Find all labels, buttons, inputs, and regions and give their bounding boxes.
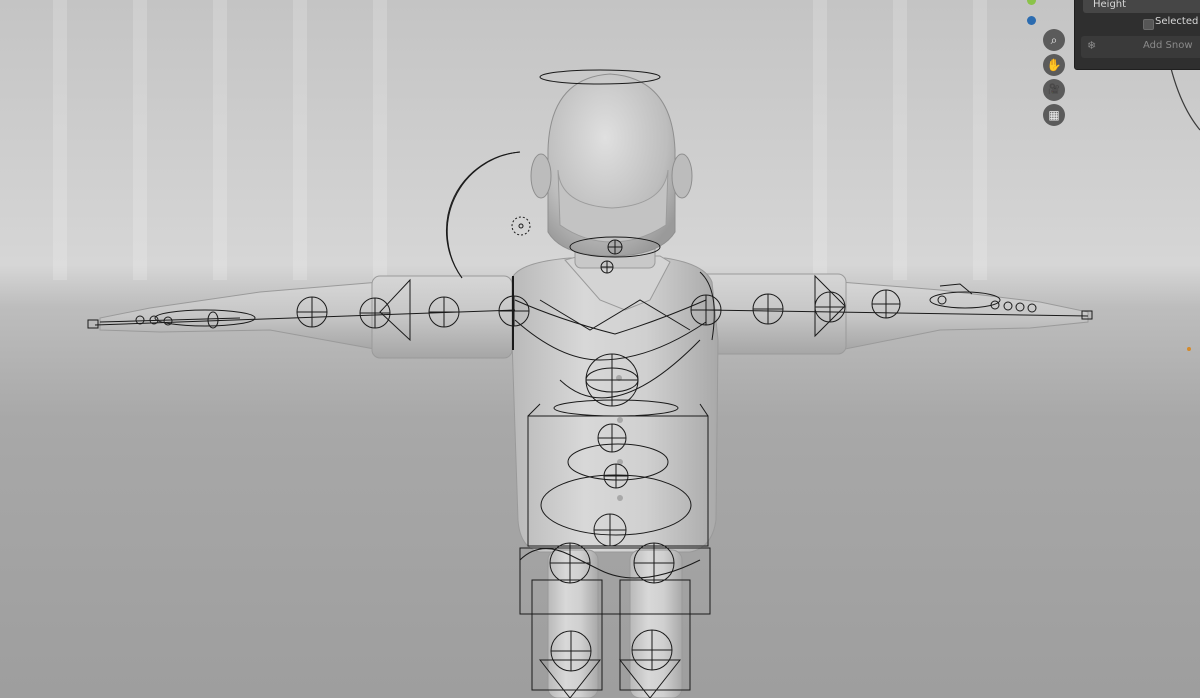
pan-hand-icon[interactable]: ✋ bbox=[1043, 54, 1065, 76]
add-snow-label: Add Snow bbox=[1143, 40, 1193, 51]
camera-icon[interactable]: 🎥 bbox=[1043, 79, 1065, 101]
snowflake-icon: ❄ bbox=[1087, 39, 1097, 52]
head-swing-control bbox=[446, 151, 521, 279]
right-sleeve-mesh bbox=[699, 273, 847, 355]
add-snow-row[interactable]: ❄ Add Snow bbox=[1081, 36, 1200, 58]
scene-render[interactable] bbox=[0, 0, 1200, 698]
selected-faces-checkbox[interactable] bbox=[1143, 19, 1154, 30]
right-ear-mesh bbox=[671, 153, 693, 199]
selected-faces-label: Selected Fa bbox=[1155, 16, 1200, 27]
3d-viewport[interactable]: ⌕ ✋ 🎥 ▦ Height Selected Fa ❄ Add Snow bbox=[0, 0, 1200, 698]
light-marker[interactable] bbox=[1187, 347, 1191, 351]
studio-backdrop-panels bbox=[53, 0, 987, 280]
shirt-button bbox=[617, 417, 623, 423]
left-ear-mesh bbox=[530, 153, 552, 199]
z-axis-dot[interactable] bbox=[1027, 16, 1036, 25]
right-leg-mesh bbox=[629, 549, 683, 698]
character-mesh[interactable] bbox=[99, 73, 1089, 698]
left-sleeve-mesh bbox=[371, 275, 513, 359]
shirt-button bbox=[617, 495, 623, 501]
left-leg-mesh bbox=[547, 549, 599, 698]
height-field[interactable]: Height bbox=[1083, 0, 1200, 13]
redo-operation-panel[interactable]: Height Selected Fa ❄ Add Snow bbox=[1074, 0, 1200, 70]
eye-target-control bbox=[511, 216, 531, 236]
zoom-icon[interactable]: ⌕ bbox=[1043, 29, 1065, 51]
grid-icon[interactable]: ▦ bbox=[1043, 104, 1065, 126]
